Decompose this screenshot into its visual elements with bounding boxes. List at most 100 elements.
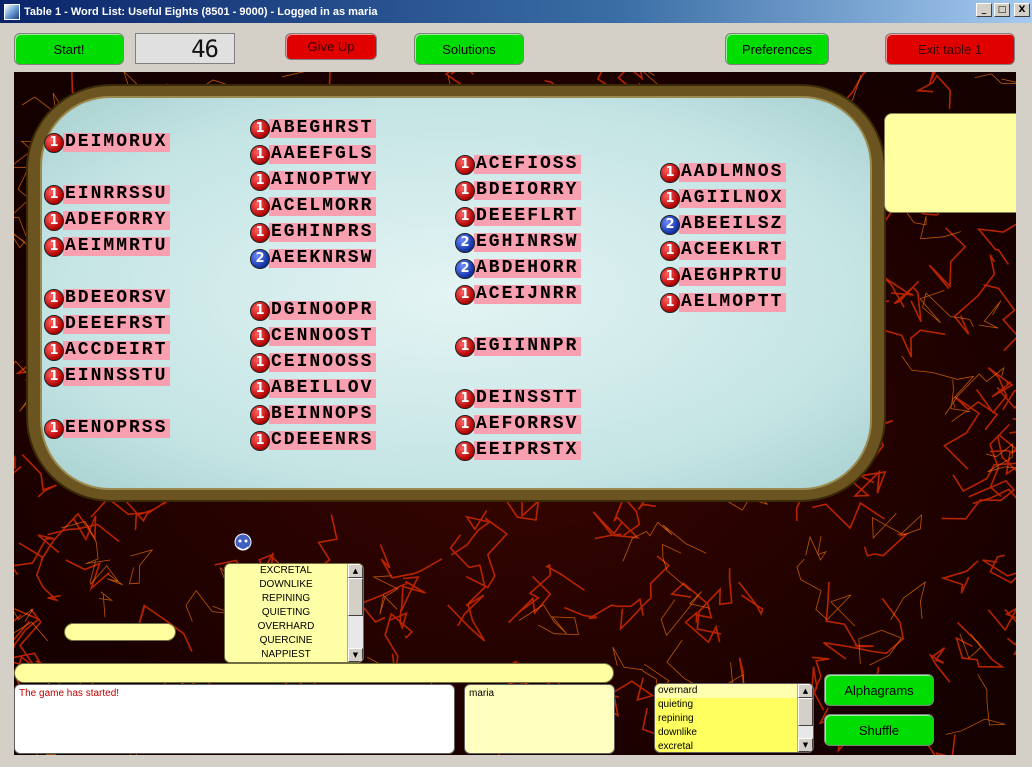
word-tile[interactable]: 1 ACEIJNRR (455, 284, 582, 305)
solution-count-badge: 1 (455, 388, 475, 409)
alphagrams-button[interactable]: Alphagrams (824, 674, 934, 706)
guess-item[interactable]: OVERHARD (225, 620, 347, 634)
word-tile[interactable]: 1 DEIMORUX (44, 132, 171, 153)
word-tile[interactable]: 1 ACCDEIRT (44, 340, 171, 361)
solution-item[interactable]: quieting (655, 698, 798, 712)
word-tile[interactable]: 1 DEEEFLRT (455, 206, 582, 227)
word-tile[interactable]: 1 AELMOPTT (660, 292, 787, 313)
solution-item[interactable]: downlike (655, 726, 798, 740)
word-tile[interactable]: 1 BDEEORSV (44, 288, 171, 309)
solutions-button[interactable]: Solutions (414, 33, 524, 65)
shuffle-button[interactable]: Shuffle (824, 714, 934, 746)
word-tile[interactable]: 1 BEINNOPS (250, 404, 377, 425)
alphagram-letters: CENNOOST (269, 327, 377, 346)
word-tile[interactable]: 1 EENOPRSS (44, 418, 171, 439)
solution-count-badge: 1 (44, 340, 64, 361)
user-list[interactable]: maria (464, 684, 615, 754)
window-controls: _ □ X (974, 3, 1030, 17)
word-tile[interactable]: 1 ACEFIOSS (455, 154, 582, 175)
word-tile[interactable]: 1 DEEEFRST (44, 314, 171, 335)
word-tile[interactable]: 1 ACEEKLRT (660, 240, 787, 261)
solution-count-badge: 2 (455, 258, 475, 279)
word-tile[interactable]: 1 DEINSSTT (455, 388, 582, 409)
chat-log[interactable]: The game has started! (14, 684, 455, 754)
guess-item[interactable]: REPINING (225, 592, 347, 606)
word-tile[interactable]: 1 EGHINPRS (250, 222, 377, 243)
solutions-scrollbar[interactable]: ▲ ▼ (797, 684, 813, 752)
solution-count-badge: 1 (250, 118, 270, 139)
scroll-up-icon[interactable]: ▲ (798, 684, 813, 698)
word-tile[interactable]: 1 AEGHPRTU (660, 266, 787, 287)
scroll-thumb[interactable] (348, 578, 363, 616)
word-tile[interactable]: 1 AAEEFGLS (250, 144, 377, 165)
scroll-up-icon[interactable]: ▲ (348, 564, 363, 578)
exit-table-button[interactable]: Exit table 1 (885, 33, 1015, 65)
my-solutions-list[interactable]: overnard quieting repining downlike excretal… (654, 683, 814, 753)
word-tile[interactable]: 1 CDEEENRS (250, 430, 377, 451)
word-tile[interactable]: 2 AEEKNRSW (250, 248, 377, 269)
word-tile[interactable]: 1 AEIMMRTU (44, 236, 171, 257)
alphagram-letters: CDEEENRS (269, 431, 377, 450)
alphagram-letters: AAEEFGLS (269, 145, 377, 164)
guess-item[interactable]: EXCRETAL (225, 564, 347, 578)
guess-item[interactable]: DOWNLIKE (225, 578, 347, 592)
solution-count-badge: 1 (44, 132, 64, 153)
close-button[interactable]: X (1014, 3, 1030, 17)
scroll-thumb[interactable] (798, 698, 813, 726)
guess-item[interactable]: NAPPIEST (225, 648, 347, 662)
word-tile[interactable]: 1 AGIILNOX (660, 188, 787, 209)
start-button[interactable]: Start! (14, 33, 124, 65)
solution-count-badge: 2 (250, 248, 270, 269)
player-avatar-icon (234, 533, 252, 551)
alphagram-letters: ABDEHORR (474, 259, 582, 278)
timer-display: 46 (135, 33, 235, 64)
solution-item[interactable]: overnard (655, 684, 798, 698)
maximize-button[interactable]: □ (994, 3, 1010, 17)
word-tile[interactable]: 1 EINNSSTU (44, 366, 171, 387)
word-tile[interactable]: 1 AADLMNOS (660, 162, 787, 183)
score-field (64, 623, 176, 641)
guess-input[interactable] (14, 663, 614, 683)
word-tile[interactable]: 1 CEINOOSS (250, 352, 377, 373)
guess-list[interactable]: EXCRETAL DOWNLIKE REPINING QUIETING OVERHARD… (224, 563, 364, 663)
solution-count-badge: 1 (44, 314, 64, 335)
word-tile[interactable]: 1 ABEGHRST (250, 118, 377, 139)
solution-item[interactable]: excretal (655, 740, 798, 752)
guess-item[interactable]: QUIETING (225, 606, 347, 620)
solution-count-badge: 1 (44, 418, 64, 439)
word-tile[interactable]: 1 ACELMORR (250, 196, 377, 217)
game-area: 1 DEIMORUX 1 EINRRSSU 1 ADEFORRY 1 AEIMMRTU 1 BDE… (14, 72, 1016, 755)
word-tile[interactable]: 1 ABEILLOV (250, 378, 377, 399)
solution-item[interactable]: repining (655, 712, 798, 726)
chat-message: The game has started! (19, 688, 120, 699)
guess-list-scrollbar[interactable]: ▲ ▼ (347, 564, 363, 662)
give-up-button[interactable]: Give Up (285, 33, 377, 60)
word-tile[interactable]: 2 ABEEILSZ (660, 214, 787, 235)
word-tile[interactable]: 2 ABDEHORR (455, 258, 582, 279)
scroll-down-icon[interactable]: ▼ (798, 738, 813, 752)
word-tile[interactable]: 1 CENNOOST (250, 326, 377, 347)
guess-item[interactable]: QUERCINE (225, 634, 347, 648)
word-tile[interactable]: 1 EINRRSSU (44, 184, 171, 205)
alphagram-letters: DEIMORUX (63, 133, 171, 152)
word-tile[interactable]: 1 ADEFORRY (44, 210, 171, 231)
word-tile[interactable]: 1 BDEIORRY (455, 180, 582, 201)
minimize-button[interactable]: _ (976, 3, 992, 17)
preferences-button[interactable]: Preferences (725, 33, 829, 65)
solution-count-badge: 1 (250, 222, 270, 243)
word-tile[interactable]: 1 DGINOOPR (250, 300, 377, 321)
word-tile[interactable]: 1 AINOPTWY (250, 170, 377, 191)
scroll-down-icon[interactable]: ▼ (348, 648, 363, 662)
solution-count-badge: 1 (250, 144, 270, 165)
solution-count-badge: 1 (455, 440, 475, 461)
word-tile[interactable]: 1 EEIPRSTX (455, 440, 582, 461)
solution-count-badge: 1 (250, 404, 270, 425)
solution-count-badge: 1 (455, 414, 475, 435)
word-tile[interactable]: 2 EGHINRSW (455, 232, 582, 253)
alphagram-letters: AEIMMRTU (63, 237, 171, 256)
word-tile[interactable]: 1 EGIINNPR (455, 336, 582, 357)
alphagram-letters: BDEIORRY (474, 181, 582, 200)
word-tile[interactable]: 1 AEFORRSV (455, 414, 582, 435)
alphagram-letters: ABEGHRST (269, 119, 377, 138)
user-item[interactable]: maria (469, 688, 610, 699)
